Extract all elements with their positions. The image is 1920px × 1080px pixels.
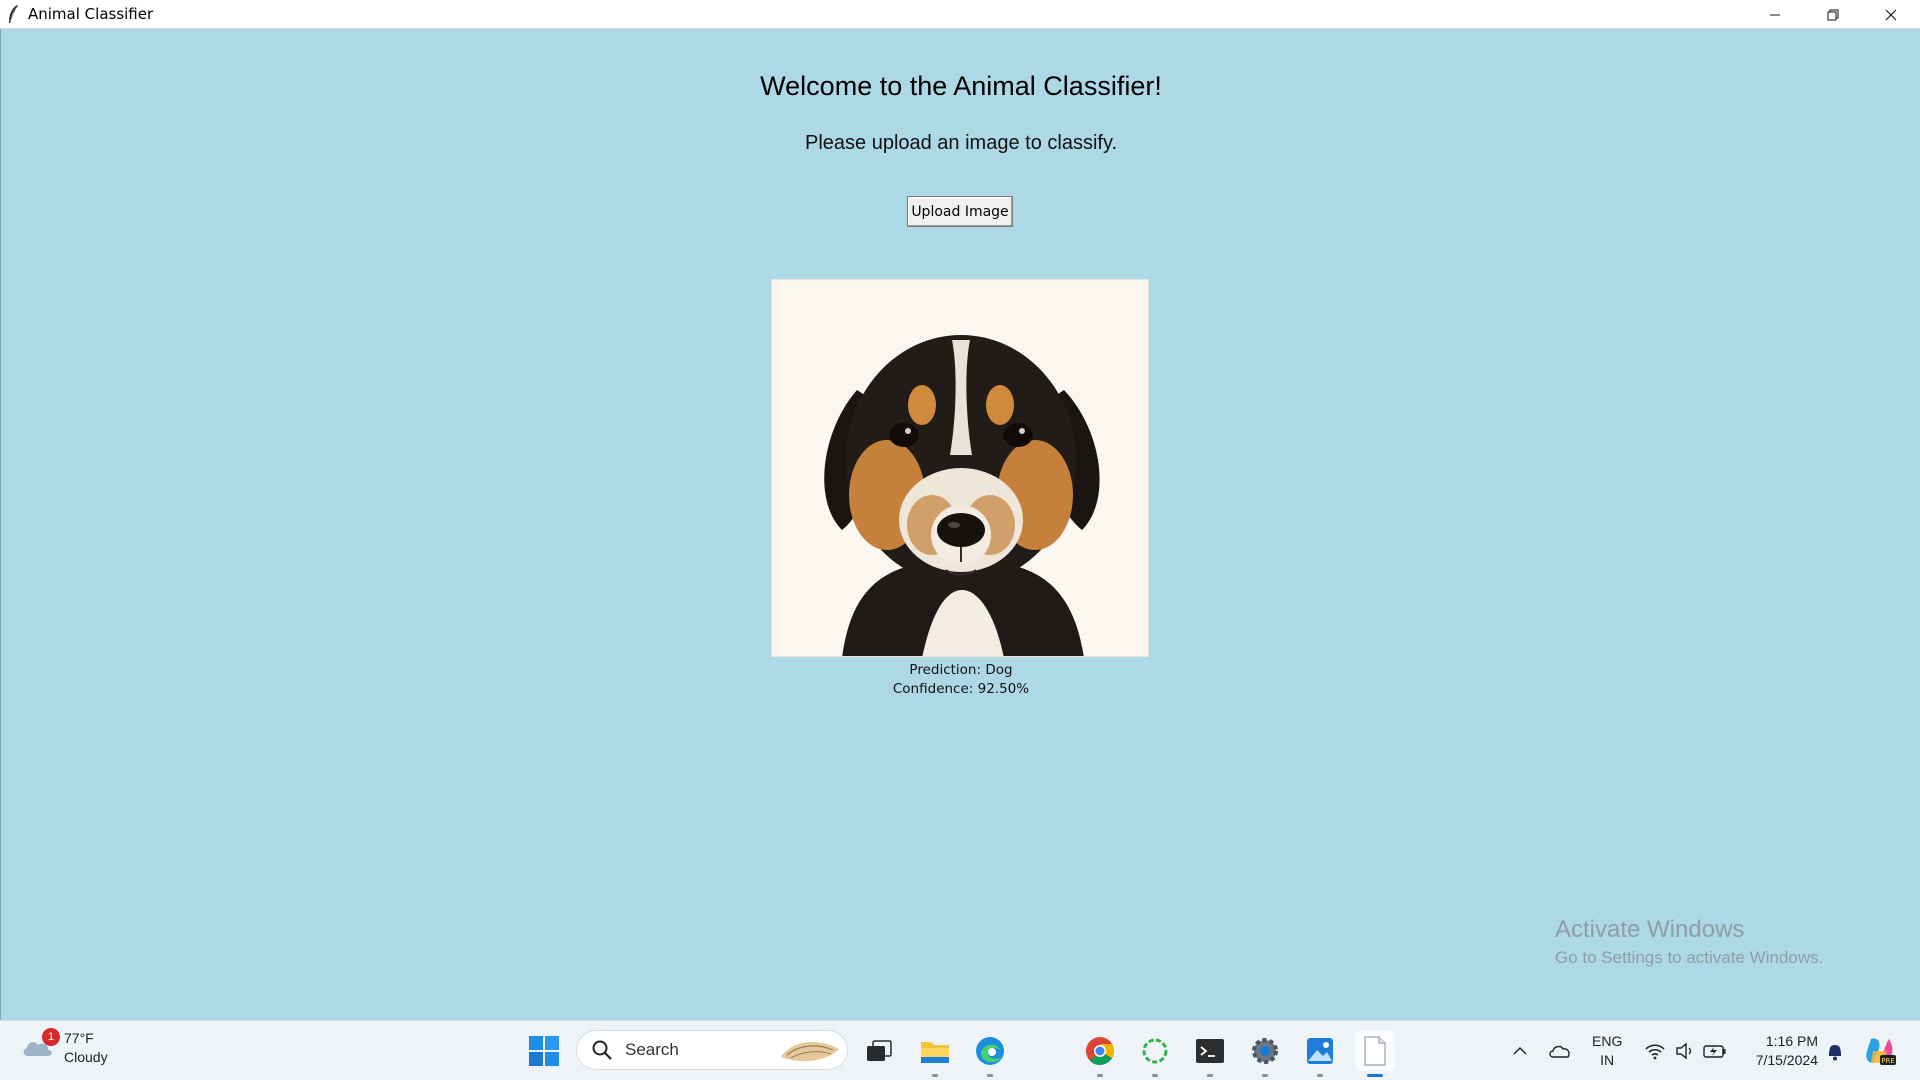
taskbar-loading-app[interactable] xyxy=(1135,1031,1175,1077)
speaker-icon xyxy=(1676,1042,1692,1060)
search-placeholder: Search xyxy=(625,1040,679,1059)
cloud-icon: 1 xyxy=(20,1028,60,1066)
photos-icon xyxy=(1307,1038,1333,1064)
start-button[interactable] xyxy=(528,1035,560,1067)
gear-icon xyxy=(1252,1038,1278,1064)
terminal-icon xyxy=(1196,1039,1224,1063)
region-code: IN xyxy=(1600,1052,1615,1068)
battery-charging-icon xyxy=(1703,1045,1726,1058)
restore-button[interactable] xyxy=(1804,0,1862,29)
wifi-icon xyxy=(1645,1044,1665,1060)
confidence-label: Confidence: 92.50% xyxy=(892,681,1030,697)
search-highlight-icon xyxy=(781,1042,839,1062)
svg-text:PRE: PRE xyxy=(1881,1057,1895,1065)
clock-time: 1:16 PM xyxy=(1765,1033,1818,1049)
weather-condition: Cloudy xyxy=(64,1049,108,1065)
minimize-icon xyxy=(1770,14,1780,15)
chrome-browser-icon xyxy=(1086,1037,1114,1066)
taskbar-clock[interactable]: 1:16 PM 7/15/2024 xyxy=(1744,1032,1818,1070)
document-icon xyxy=(1364,1036,1386,1066)
clock-date: 7/15/2024 xyxy=(1755,1052,1818,1068)
puppy-photo-icon xyxy=(772,280,1148,656)
loading-ring-icon xyxy=(1142,1038,1168,1064)
feather-icon xyxy=(6,4,20,24)
onedrive-cloud-icon xyxy=(1549,1045,1570,1058)
show-hidden-icons-button[interactable] xyxy=(1500,1035,1540,1067)
watermark-title: Activate Windows xyxy=(1555,916,1745,943)
volume-tray[interactable] xyxy=(1670,1035,1700,1067)
taskbar-settings[interactable] xyxy=(1245,1031,1285,1077)
watermark-subtitle: Go to Settings to activate Windows. xyxy=(1555,948,1824,967)
onedrive-tray[interactable] xyxy=(1540,1035,1580,1067)
taskbar-chrome[interactable] xyxy=(1080,1031,1120,1077)
minimize-button[interactable] xyxy=(1746,0,1804,29)
title-bar: Animal Classifier xyxy=(0,0,1920,29)
taskbar-file-explorer[interactable] xyxy=(915,1031,955,1077)
battery-tray[interactable] xyxy=(1700,1035,1730,1067)
task-view-icon xyxy=(867,1040,892,1061)
prediction-result: Prediction: Dog Confidence: 92.50% xyxy=(1,661,1920,699)
copilot-button[interactable]: PRE xyxy=(1860,1033,1900,1069)
bell-icon xyxy=(1829,1045,1841,1061)
restore-icon xyxy=(1827,9,1839,20)
taskbar-terminal[interactable] xyxy=(1190,1031,1230,1077)
prediction-label: Prediction: Dog xyxy=(909,662,1013,678)
upload-image-button[interactable]: Upload Image xyxy=(907,196,1013,227)
activate-windows-watermark: Activate Windows Go to Settings to activ… xyxy=(1555,916,1823,968)
window-controls xyxy=(1746,0,1920,29)
chevron-up-icon xyxy=(1513,1046,1527,1055)
search-icon xyxy=(592,1040,612,1060)
instruction-text: Please upload an image to classify. xyxy=(804,132,1118,154)
window-title: Animal Classifier xyxy=(28,5,154,23)
page-title: Welcome to the Animal Classifier! xyxy=(760,71,1162,101)
notification-badge: 1 xyxy=(42,1028,60,1046)
uploaded-image xyxy=(771,279,1149,657)
language-indicator[interactable]: ENG IN xyxy=(1592,1032,1622,1070)
edge-browser-icon xyxy=(976,1037,1004,1065)
copilot-icon: PRE xyxy=(1866,1038,1896,1065)
taskbar-task-view[interactable] xyxy=(859,1031,899,1071)
language-code: ENG xyxy=(1592,1033,1623,1049)
windows-logo-icon xyxy=(529,1036,559,1066)
taskbar: 1 77°F Cloudy Search ENG IN 1:16 PM 7/15… xyxy=(0,1020,1920,1080)
close-button[interactable] xyxy=(1862,0,1920,29)
taskbar-photos[interactable] xyxy=(1300,1031,1340,1077)
folder-icon xyxy=(921,1042,949,1063)
taskbar-search[interactable]: Search xyxy=(576,1030,848,1070)
wifi-tray[interactable] xyxy=(1640,1035,1670,1067)
weather-widget[interactable]: 1 77°F Cloudy xyxy=(20,1028,108,1067)
notifications-button[interactable] xyxy=(1820,1035,1850,1067)
taskbar-edge[interactable] xyxy=(970,1031,1010,1077)
app-client-area: Welcome to the Animal Classifier! Please… xyxy=(0,29,1920,1020)
weather-temperature: 77°F xyxy=(64,1030,94,1046)
taskbar-notepad[interactable] xyxy=(1355,1031,1395,1077)
close-icon xyxy=(1885,9,1897,20)
